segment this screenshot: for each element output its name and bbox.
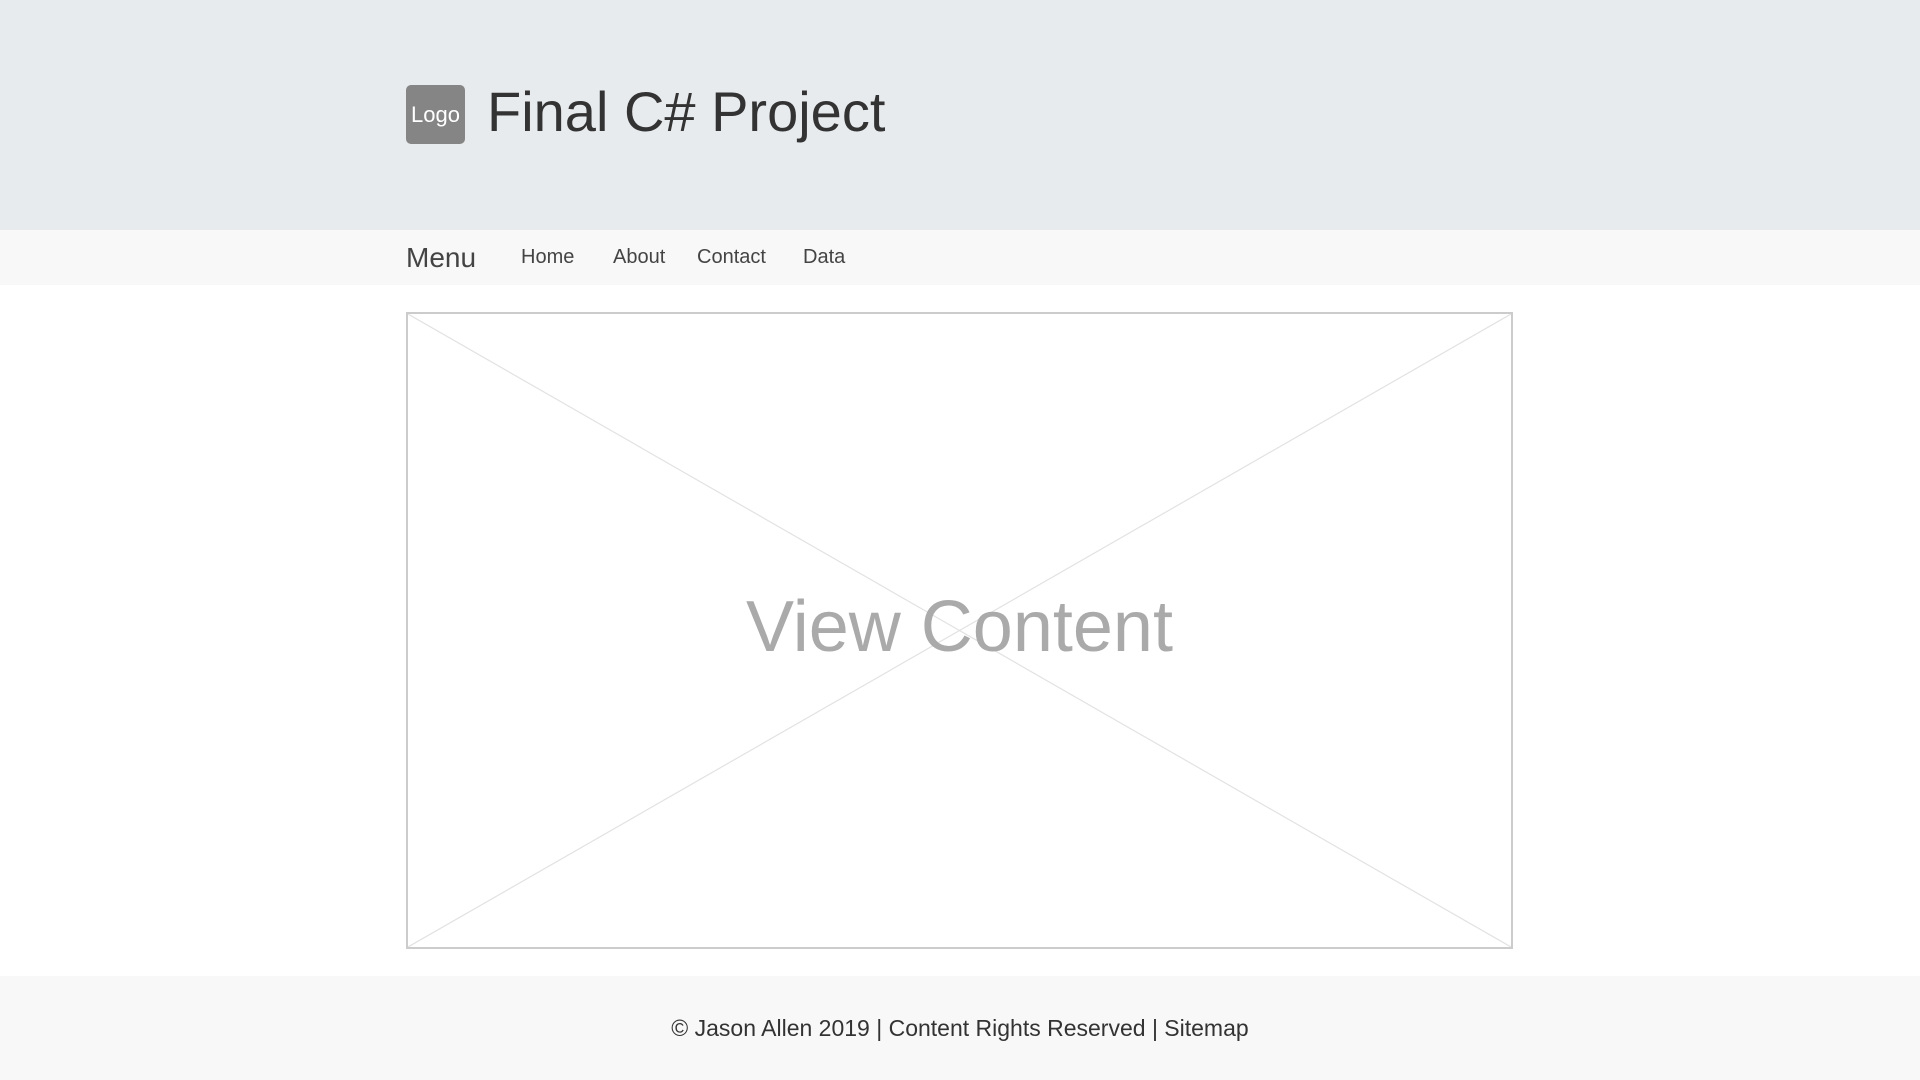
- footer-text: © Jason Allen 2019 | Content Rights Rese…: [671, 1015, 1249, 1041]
- nav-item-about[interactable]: About: [613, 230, 665, 285]
- nav-item-data[interactable]: Data: [803, 230, 845, 285]
- nav-item-contact[interactable]: Contact: [697, 230, 766, 285]
- content-placeholder-label: View Content: [746, 587, 1173, 667]
- nav-item-home[interactable]: Home: [521, 230, 574, 285]
- page-title: Final C# Project: [487, 80, 886, 143]
- logo-label: Logo: [411, 101, 460, 127]
- site-header: Logo Final C# Project: [0, 0, 1920, 230]
- logo[interactable]: Logo: [406, 85, 465, 144]
- menu-label: Menu: [406, 242, 477, 273]
- site-footer: © Jason Allen 2019 | Content Rights Rese…: [0, 976, 1920, 1080]
- nav-bar: Menu Home About Contact Data: [0, 230, 1920, 285]
- content-placeholder: View Content: [406, 312, 1513, 949]
